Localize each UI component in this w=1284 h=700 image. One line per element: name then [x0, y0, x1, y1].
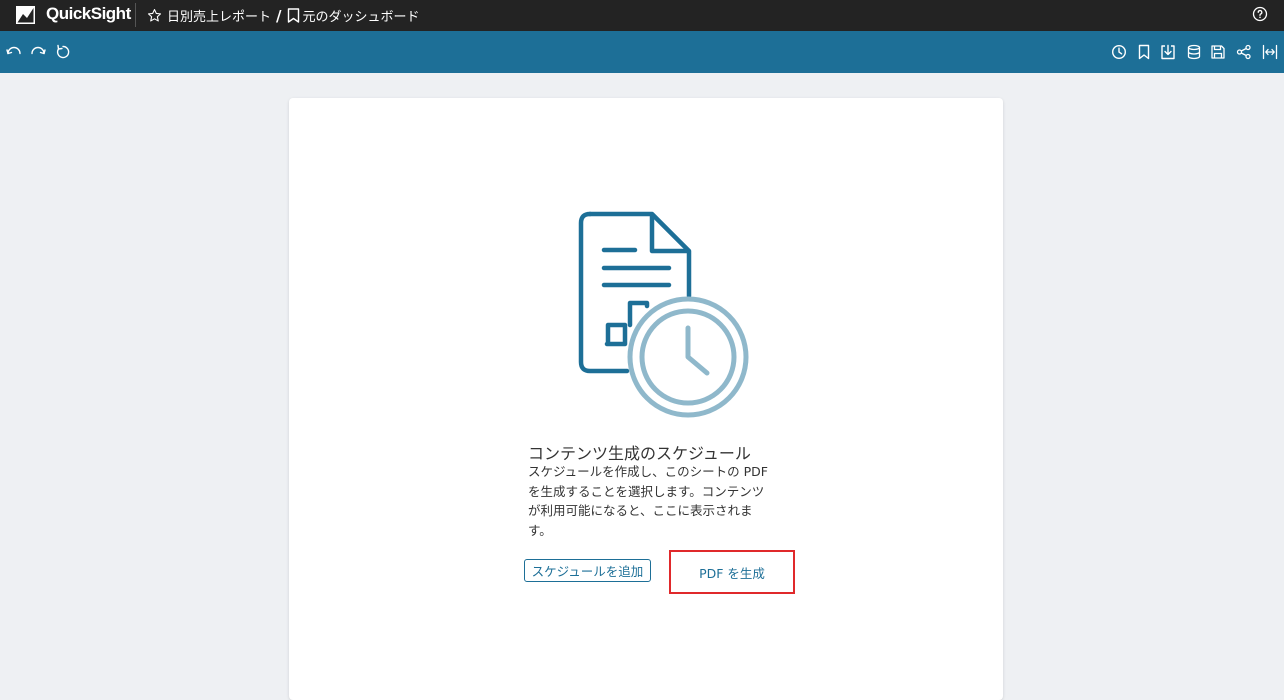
help-icon[interactable]	[1252, 6, 1268, 22]
fit-width-icon[interactable]	[1262, 44, 1278, 60]
empty-state-description: スケジュールを作成し、このシートの PDF を生成することを選択します。コンテン…	[528, 464, 768, 538]
reset-icon[interactable]	[55, 44, 71, 60]
divider	[135, 3, 136, 27]
top-bar: QuickSight 日別売上レポート / 元のダッシュボード	[0, 0, 1284, 31]
undo-icon[interactable]	[6, 44, 22, 60]
generate-pdf-button[interactable]: PDF を生成	[669, 550, 795, 594]
star-icon[interactable]	[147, 8, 162, 23]
dataset-icon[interactable]	[1186, 44, 1202, 60]
brand-name[interactable]: QuickSight	[46, 4, 131, 24]
breadcrumb: 日別売上レポート / 元のダッシュボード	[147, 6, 420, 25]
schedule-document-illustration-icon	[578, 211, 749, 418]
add-schedule-button[interactable]: スケジュールを追加	[524, 559, 651, 582]
share-icon[interactable]	[1236, 44, 1252, 60]
breadcrumb-dashboard[interactable]: 元のダッシュボード	[303, 6, 420, 25]
toolbar	[0, 31, 1284, 73]
redo-icon[interactable]	[30, 44, 46, 60]
export-icon[interactable]	[1160, 44, 1176, 60]
breadcrumb-separator: /	[276, 6, 282, 25]
save-icon[interactable]	[1210, 44, 1226, 60]
empty-state-title: コンテンツ生成のスケジュール	[528, 444, 751, 463]
bookmark-icon[interactable]	[1136, 44, 1152, 60]
schedule-icon[interactable]	[1111, 44, 1127, 60]
quicksight-logo-icon[interactable]	[16, 6, 35, 24]
bookmark-icon	[287, 8, 299, 23]
breadcrumb-analysis[interactable]: 日別売上レポート	[167, 6, 271, 25]
